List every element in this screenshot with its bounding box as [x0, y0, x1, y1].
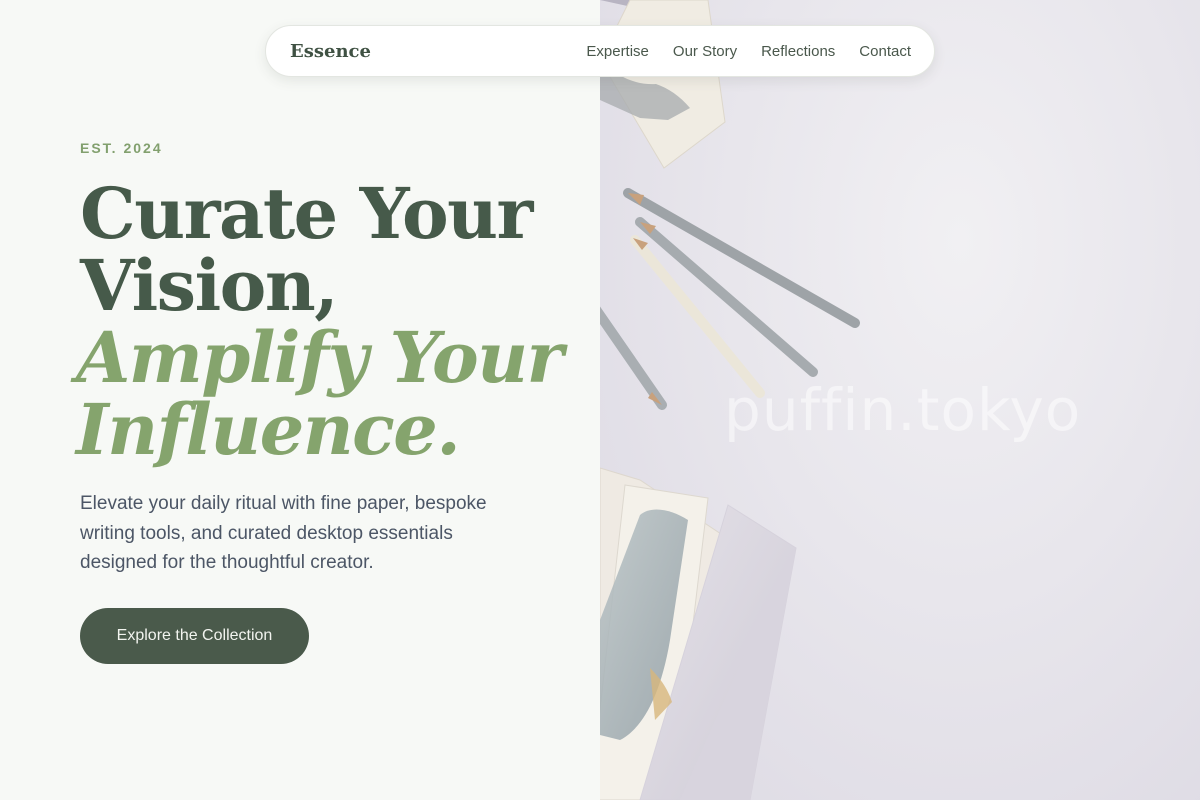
headline-accent-line-1: Amplify Your: [76, 316, 564, 399]
brand-logo[interactable]: Essence: [290, 41, 371, 62]
explore-collection-button[interactable]: Explore the Collection: [80, 608, 309, 664]
nav-link-our-story[interactable]: Our Story: [673, 43, 737, 60]
headline-line-1: Curate Your: [80, 172, 533, 255]
nav-links: Expertise Our Story Reflections Contact: [586, 43, 911, 60]
top-nav: Essence Expertise Our Story Reflections …: [265, 25, 935, 77]
hero-description: Elevate your daily ritual with fine pape…: [80, 493, 487, 573]
watermark-text: puffin.tokyo: [724, 376, 1082, 444]
hero-headline: Curate Your Vision, Amplify Your Influen…: [76, 172, 600, 466]
nav-link-expertise[interactable]: Expertise: [586, 43, 649, 60]
nav-link-contact[interactable]: Contact: [859, 43, 911, 60]
nav-link-reflections[interactable]: Reflections: [761, 43, 835, 60]
eyebrow-label: EST. 2024: [80, 140, 163, 156]
headline-line-2: Vision,: [80, 244, 339, 327]
headline-accent-line-2: Influence.: [76, 388, 461, 471]
